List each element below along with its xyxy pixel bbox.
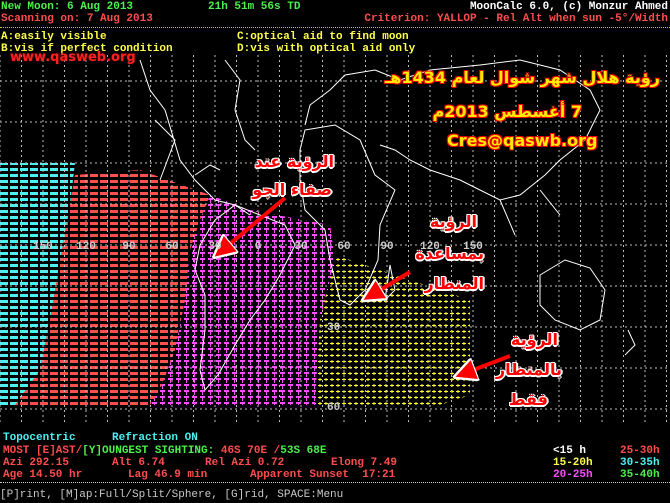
legend-code-c: C:optical aid to find moon xyxy=(237,31,409,43)
youngest-coords: 53S 68E xyxy=(280,445,327,457)
longitude-label: 90 xyxy=(122,241,135,253)
age-legend-item: 30-35h xyxy=(620,457,660,469)
visibility-regions xyxy=(0,163,470,405)
age-legend-item: <15 h xyxy=(553,445,587,457)
scanning-date: Scanning on: 7 Aug 2013 xyxy=(1,13,153,25)
site-watermark: www.qasweb.org xyxy=(10,50,136,65)
age-legend-item: 20-25h xyxy=(553,469,593,481)
label-only-3: فقط xyxy=(508,390,548,409)
elongation: Elong 7.49 xyxy=(331,457,398,469)
mode-topocentric: Topocentric xyxy=(3,432,76,444)
footer-divider xyxy=(0,482,670,483)
label-aid-2: بمساعدة xyxy=(415,244,484,263)
legend-code-a: A:easily visible xyxy=(1,31,107,43)
moon-age: Age 14.50 hr xyxy=(3,469,83,481)
longitude-label: 60 xyxy=(337,241,350,253)
contact-email: Cres@qaswb.org xyxy=(447,131,598,150)
moon-lag: Lag 46.9 min xyxy=(128,469,208,481)
longitude-label: 0 xyxy=(255,241,262,253)
lat-label-30: 30 xyxy=(327,322,340,334)
most-sighting: MOST [E]AST/[Y]OUNGEST SIGHTING: 46S 70E… xyxy=(3,445,327,457)
longitude-label: 30 xyxy=(208,241,221,253)
label-clear-2: صفاء الجو xyxy=(252,180,332,199)
label-only-2: بالمنظار xyxy=(495,360,562,379)
title-line1: رؤية هلال شهر شوال لعام 1434هـ xyxy=(384,68,660,87)
longitude-label: 30 xyxy=(294,241,307,253)
label-aid-3: المنظار xyxy=(424,274,484,293)
new-moon-time: 21h 51m 56s TD xyxy=(208,1,301,13)
menu-hint: [P]rint, [M]ap:Full/Split/Sphere, [G]rid… xyxy=(0,489,344,501)
most-east-label: MOST [E]AST/ xyxy=(3,445,83,457)
header-divider xyxy=(0,27,670,28)
app-title: MoonCalc 6.0, (c) Monzur Ahmed xyxy=(469,1,668,13)
longitude-label: 150 xyxy=(33,241,53,253)
new-moon-date: New Moon: 6 Aug 2013 xyxy=(1,1,134,13)
criterion: Criterion: YALLOP - Rel Alt when sun -5°… xyxy=(364,13,668,25)
legend-code-d: D:vis with optical aid only xyxy=(237,43,416,55)
longitude-label: 60 xyxy=(165,241,178,253)
age-legend-item: 25-30h xyxy=(620,445,660,457)
label-only-1: الرؤية xyxy=(510,330,558,349)
refraction-status: Refraction ON xyxy=(112,432,198,444)
label-clear-1: الرؤية عند xyxy=(254,152,334,171)
azimuth: Azi 292.15 xyxy=(3,457,70,469)
east-coords: 46S 70E / xyxy=(220,445,281,457)
label-aid-1: الرؤية xyxy=(429,212,477,231)
title-line2: 7 أغسطس 2013م xyxy=(432,102,582,121)
altitude: Alt 6.74 xyxy=(112,457,165,469)
age-legend-item: 35-40h xyxy=(620,469,660,481)
lat-label-60: 60 xyxy=(327,402,340,414)
longitude-label: 90 xyxy=(380,241,393,253)
youngest-label: [Y]OUNGEST SIGHTING: xyxy=(82,445,215,457)
longitude-label: 120 xyxy=(76,241,96,253)
apparent-sunset: Apparent Sunset 17:21 xyxy=(250,469,396,481)
age-legend-item: 15-20h xyxy=(553,457,593,469)
relative-azimuth: Rel Azi 0.72 xyxy=(205,457,285,469)
